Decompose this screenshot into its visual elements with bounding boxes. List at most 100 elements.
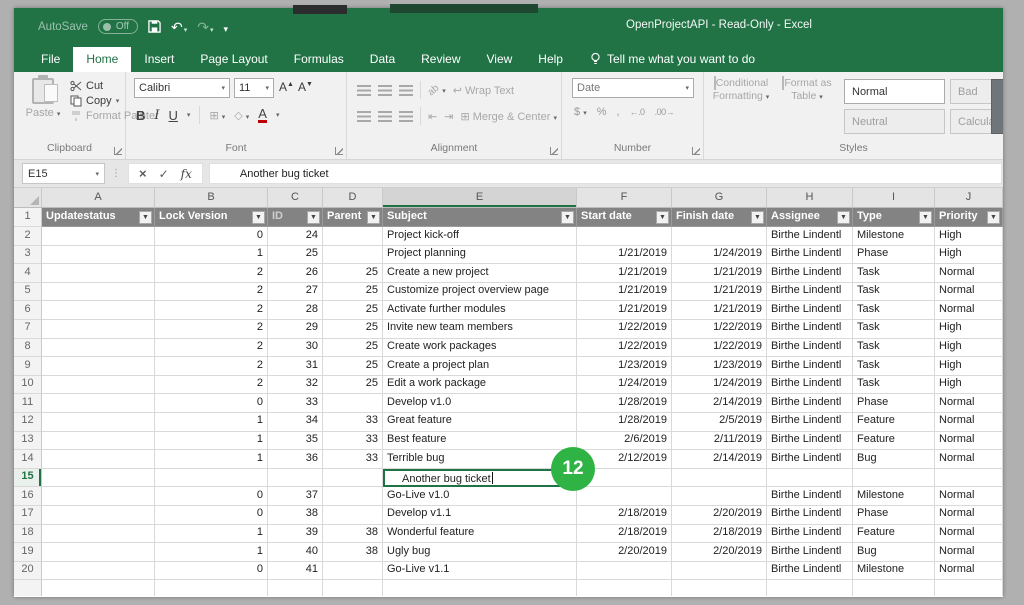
cell-d19[interactable]: 38: [323, 543, 383, 562]
cell-j13[interactable]: Normal: [935, 432, 1003, 451]
cell-f17[interactable]: 2/18/2019: [577, 506, 672, 525]
row-header-7[interactable]: 7: [14, 320, 42, 339]
column-header-d[interactable]: D: [323, 188, 383, 208]
cell-b6[interactable]: 2: [155, 301, 268, 320]
filter-dropdown-subject[interactable]: ▼: [561, 211, 574, 224]
wrap-text-button[interactable]: ↩ Wrap Text: [453, 84, 514, 97]
cell-j11[interactable]: Normal: [935, 394, 1003, 413]
row-header-21[interactable]: [14, 580, 42, 596]
cell-f11[interactable]: 1/28/2019: [577, 394, 672, 413]
cell-e3[interactable]: Project planning: [383, 246, 577, 265]
cell-a4[interactable]: [42, 264, 155, 283]
cell-g7[interactable]: 1/22/2019: [672, 320, 767, 339]
cell-a2[interactable]: [42, 227, 155, 246]
cell-j14[interactable]: Normal: [935, 450, 1003, 469]
conditional-formatting-button[interactable]: Conditional Formatting ▾: [710, 77, 772, 102]
cell-b13[interactable]: 1: [155, 432, 268, 451]
row-header-4[interactable]: 4: [14, 264, 42, 283]
cell-g14[interactable]: 2/14/2019: [672, 450, 767, 469]
borders-button[interactable]: ⊞ ▾: [209, 109, 225, 122]
cell-d8[interactable]: 25: [323, 339, 383, 358]
name-box-resizer[interactable]: ⋮: [111, 168, 122, 179]
tab-insert[interactable]: Insert: [131, 47, 187, 72]
cell-b5[interactable]: 2: [155, 283, 268, 302]
number-dialog-launcher[interactable]: [692, 147, 700, 155]
cell-d17[interactable]: [323, 506, 383, 525]
cell-d16[interactable]: [323, 487, 383, 506]
cell-e10[interactable]: Edit a work package: [383, 376, 577, 395]
fill-color-button[interactable]: ◇ ▾: [234, 109, 249, 122]
cell-a15[interactable]: [42, 469, 155, 488]
cell-b17[interactable]: 0: [155, 506, 268, 525]
grow-font-button[interactable]: A▲: [279, 80, 294, 94]
cell-i6[interactable]: Task: [853, 301, 935, 320]
cell-g8[interactable]: 1/22/2019: [672, 339, 767, 358]
cell-h14[interactable]: Birthe Lindentl: [767, 450, 853, 469]
cell-style-normal[interactable]: Normal: [844, 79, 945, 104]
cell-h16[interactable]: Birthe Lindentl: [767, 487, 853, 506]
row-header-10[interactable]: 10: [14, 376, 42, 395]
name-box[interactable]: E15▾: [22, 163, 105, 184]
cell-style-partial[interactable]: [991, 79, 1003, 134]
cell-e15[interactable]: Another bug ticket: [383, 469, 577, 488]
cell-j6[interactable]: Normal: [935, 301, 1003, 320]
filter-dropdown-finish-date[interactable]: ▼: [751, 211, 764, 224]
cell-h4[interactable]: Birthe Lindentl: [767, 264, 853, 283]
tab-page-layout[interactable]: Page Layout: [187, 47, 280, 72]
cell-g20[interactable]: [672, 562, 767, 581]
cell-g5[interactable]: 1/21/2019: [672, 283, 767, 302]
cell-b11[interactable]: 0: [155, 394, 268, 413]
redo-dropdown-icon[interactable]: ▾: [210, 27, 214, 34]
cell-c3[interactable]: 25: [268, 246, 323, 265]
cell-a13[interactable]: [42, 432, 155, 451]
cell-h5[interactable]: Birthe Lindentl: [767, 283, 853, 302]
alignment-dialog-launcher[interactable]: [550, 147, 558, 155]
cell-i5[interactable]: Task: [853, 283, 935, 302]
underline-button[interactable]: U: [169, 108, 178, 123]
cell-b14[interactable]: 1: [155, 450, 268, 469]
align-center-icon[interactable]: [378, 111, 392, 122]
cell-d3[interactable]: [323, 246, 383, 265]
header-start-date[interactable]: Start date▼: [577, 208, 672, 227]
cell-g17[interactable]: 2/20/2019: [672, 506, 767, 525]
cell-i2[interactable]: Milestone: [853, 227, 935, 246]
merge-center-button[interactable]: ⊞ Merge & Center ▾: [460, 110, 557, 123]
cell-d13[interactable]: 33: [323, 432, 383, 451]
cell-f9[interactable]: 1/23/2019: [577, 357, 672, 376]
cell-f20[interactable]: [577, 562, 672, 581]
cell-a11[interactable]: [42, 394, 155, 413]
row-header-20[interactable]: 20: [14, 562, 42, 581]
number-format-combobox[interactable]: Date▾: [572, 78, 694, 98]
cell-i10[interactable]: Task: [853, 376, 935, 395]
cell-h12[interactable]: Birthe Lindentl: [767, 413, 853, 432]
decrease-decimal-button[interactable]: .00→: [655, 107, 675, 117]
cell-g13[interactable]: 2/11/2019: [672, 432, 767, 451]
filter-dropdown-id[interactable]: ▼: [307, 211, 320, 224]
customize-qat-button[interactable]: ▾: [224, 20, 229, 34]
column-header-e[interactable]: E: [383, 188, 577, 208]
cell-f16[interactable]: [577, 487, 672, 506]
cell-e13[interactable]: Best feature: [383, 432, 577, 451]
cell-e11[interactable]: Develop v1.0: [383, 394, 577, 413]
column-header-j[interactable]: J: [935, 188, 1003, 208]
cell-d2[interactable]: [323, 227, 383, 246]
cell-h18[interactable]: Birthe Lindentl: [767, 525, 853, 544]
cell-b2[interactable]: 0: [155, 227, 268, 246]
cell-f4[interactable]: 1/21/2019: [577, 264, 672, 283]
cell-a12[interactable]: [42, 413, 155, 432]
cell-i17[interactable]: Phase: [853, 506, 935, 525]
cell-d5[interactable]: 25: [323, 283, 383, 302]
cell-e5[interactable]: Customize project overview page: [383, 283, 577, 302]
cell-j2[interactable]: High: [935, 227, 1003, 246]
cell-j9[interactable]: High: [935, 357, 1003, 376]
filter-dropdown-assignee[interactable]: ▼: [837, 211, 850, 224]
cell-i15[interactable]: [853, 469, 935, 488]
orientation-button[interactable]: ab ▾: [428, 84, 446, 96]
cell-f8[interactable]: 1/22/2019: [577, 339, 672, 358]
cell-c18[interactable]: 39: [268, 525, 323, 544]
cell-c4[interactable]: 26: [268, 264, 323, 283]
filter-dropdown-parent[interactable]: ▼: [367, 211, 380, 224]
cell-c7[interactable]: 29: [268, 320, 323, 339]
comma-format-button[interactable]: ,: [616, 106, 619, 118]
cell-e9[interactable]: Create a project plan: [383, 357, 577, 376]
